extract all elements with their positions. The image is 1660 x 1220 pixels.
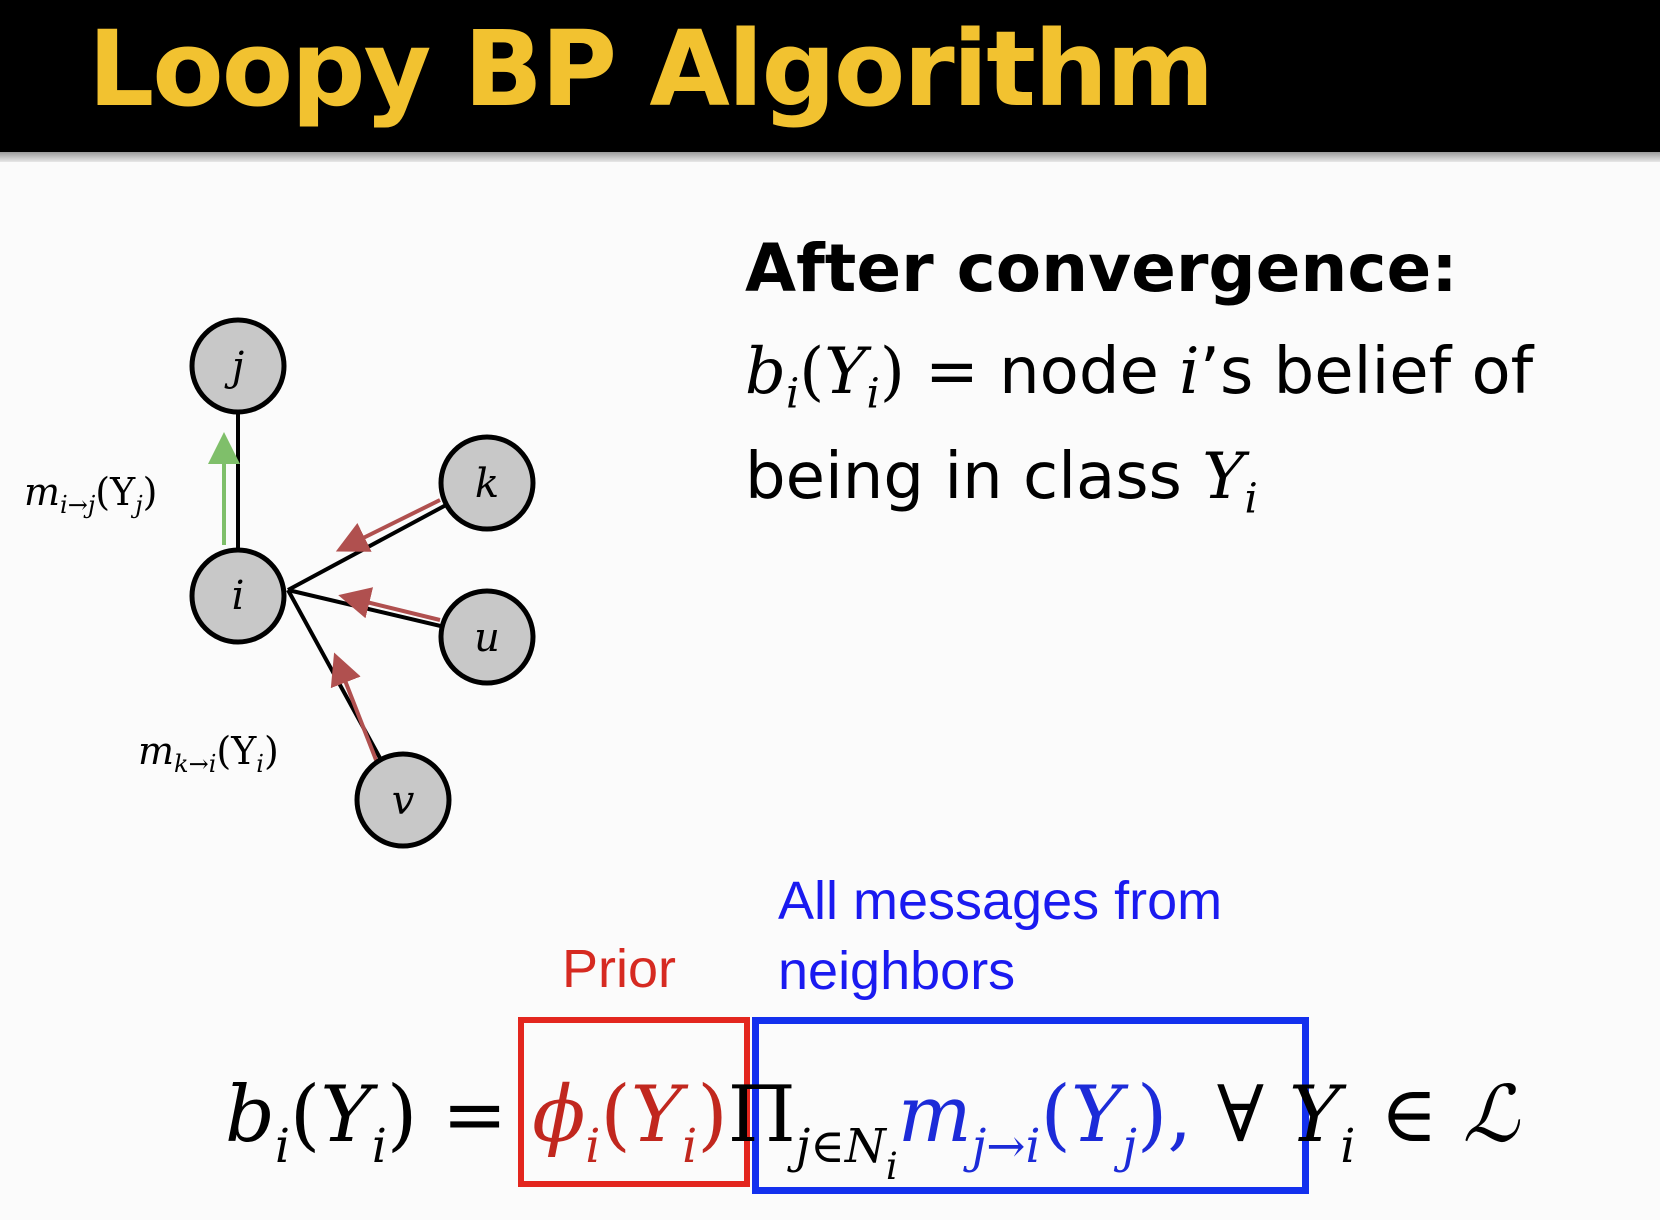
convergence-heading: After convergence: <box>745 230 1458 307</box>
node-k-label: k <box>475 461 499 507</box>
node-v-label: v <box>392 778 415 824</box>
message-term: mj→i(Yj) <box>897 1070 1168 1175</box>
slide-title: Loopy BP Algorithm <box>88 8 1214 130</box>
node-u-label: u <box>474 615 500 661</box>
node-u: u <box>438 588 536 686</box>
message-arrow-k-to-i <box>335 498 441 552</box>
message-label-k-to-i: mk→i(Yi) <box>138 729 279 778</box>
product-term: Πj∈Ni <box>727 1070 898 1188</box>
message-passing-graph: j i k u v mi→j(Yj) mk→i(Yi) <box>24 317 536 849</box>
node-i: i <box>189 547 287 645</box>
message-label-i-to-j: mi→j(Yj) <box>24 470 157 519</box>
node-i-label: i <box>232 573 245 619</box>
prior-annotation: Prior <box>562 939 677 999</box>
node-j: j <box>189 317 287 415</box>
prior-term: ϕi(Yi) <box>532 1070 728 1175</box>
message-arrow-v-to-i <box>330 652 380 766</box>
class-text: being in class <box>745 440 1203 514</box>
node-v: v <box>354 751 452 849</box>
title-bar: Loopy BP Algorithm <box>0 0 1660 152</box>
class-variable: Yi <box>1202 440 1258 523</box>
belief-symbol: bi(Yi) <box>745 335 905 418</box>
belief-formula: bi(Yi) = ϕi(Yi)Πj∈Nimj→i(Yj), ∀ Yi ∈ ℒ <box>225 1070 1519 1188</box>
belief-definition-line-1: bi(Yi) = node i’s belief of <box>745 335 1533 418</box>
belief-definition-line-2: being in class Yi <box>745 440 1258 523</box>
belief-text-tail: ’s belief of <box>1199 335 1534 409</box>
node-k: k <box>438 434 536 532</box>
belief-text: = node <box>904 335 1180 409</box>
messages-annotation: All messages from neighbors <box>778 871 1223 1001</box>
node-variable: i <box>1179 335 1200 409</box>
title-divider <box>0 152 1660 162</box>
